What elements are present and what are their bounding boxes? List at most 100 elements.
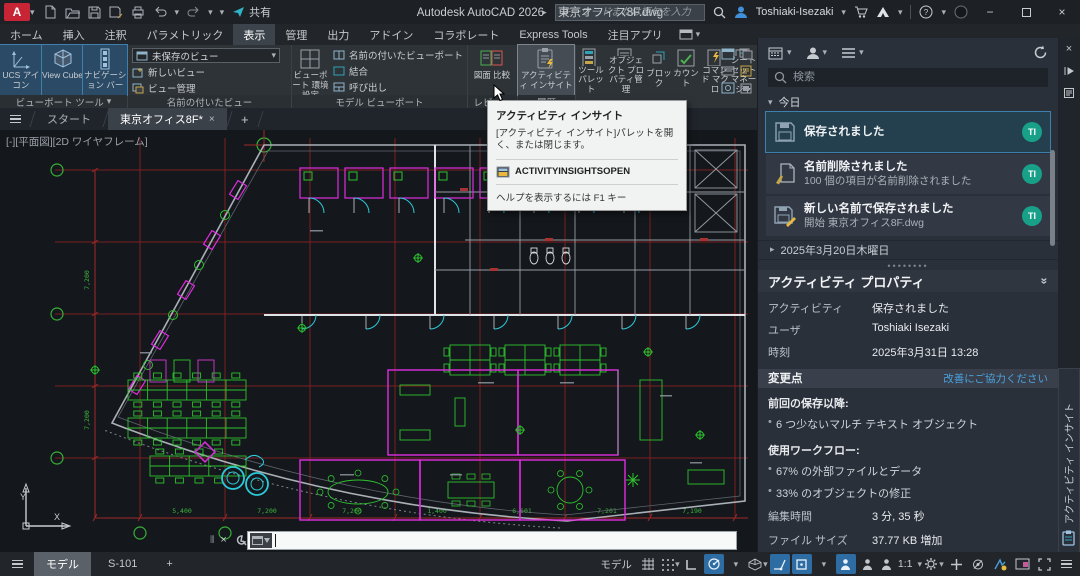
app-menu-caret-icon[interactable]: ▾ xyxy=(30,8,35,17)
properties-palette-button[interactable]: オブジェクト プロパティ管理 xyxy=(606,45,646,95)
navigation-bar-button[interactable]: ナビゲーション バー xyxy=(83,45,127,95)
user-icon[interactable] xyxy=(734,5,748,19)
clipboard-icon[interactable] xyxy=(1061,530,1076,546)
layout-tab-s101[interactable]: S-101 xyxy=(96,552,149,576)
mini-palette-icon-3[interactable] xyxy=(721,65,735,77)
polar-caret-icon[interactable]: ▾ xyxy=(726,554,746,574)
palette-autohide-icon[interactable] xyxy=(1064,64,1075,78)
palette-close-icon[interactable]: × xyxy=(1066,42,1072,56)
tab-featured-apps[interactable]: 注目アプリ xyxy=(598,24,673,45)
viewport-controls-label[interactable]: [-][平面図][2D ワイヤフレーム] xyxy=(6,134,148,149)
polar-tracking-icon[interactable] xyxy=(704,554,724,574)
named-viewports-button[interactable]: 名前の付いたビューポート xyxy=(333,48,463,62)
plot-icon[interactable] xyxy=(131,5,146,20)
activity-properties-header[interactable]: アクティビティ プロパティ » xyxy=(758,270,1058,293)
refresh-button[interactable] xyxy=(1033,45,1048,60)
viewcube-button[interactable]: View Cube xyxy=(42,45,84,95)
status-customize-icon[interactable] xyxy=(1056,554,1076,574)
new-view-button[interactable]: 新しいビュー xyxy=(132,65,287,79)
new-file-icon[interactable] xyxy=(43,5,58,20)
feedback-link[interactable]: 改善にご協力ください xyxy=(943,371,1048,386)
autodesk-caret-icon[interactable]: ▾ xyxy=(898,8,903,17)
activity-item-saved[interactable]: 保存されました TI xyxy=(766,112,1050,152)
annotation-visibility-icon[interactable] xyxy=(836,554,856,574)
new-layout-button[interactable]: + xyxy=(154,552,184,576)
app-logo-icon[interactable]: A xyxy=(4,3,30,21)
help-search-input[interactable] xyxy=(555,4,705,21)
command-input[interactable] xyxy=(247,531,737,550)
command-line[interactable]: ⦀ × xyxy=(210,530,737,550)
help-icon[interactable]: ? xyxy=(919,5,933,19)
collapse-chevron-icon[interactable]: » xyxy=(1038,278,1052,285)
model-space-indicator[interactable]: モデル xyxy=(596,557,636,572)
tab-express-tools[interactable]: Express Tools xyxy=(509,24,597,45)
search-icon[interactable] xyxy=(713,6,726,19)
tab-collaborate[interactable]: コラボレート xyxy=(423,24,509,45)
graphics-performance-icon[interactable] xyxy=(990,554,1010,574)
tab-annotate[interactable]: 注釈 xyxy=(95,24,137,45)
panel-label-model-viewports[interactable]: モデル ビューポート xyxy=(292,95,467,108)
isolate-objects-icon[interactable] xyxy=(968,554,988,574)
close-button[interactable]: × xyxy=(1048,0,1076,24)
view-dropdown[interactable]: 未保存のビュー▾ xyxy=(132,48,280,63)
palette-search-input[interactable] xyxy=(793,71,1042,83)
save-icon[interactable] xyxy=(87,5,102,20)
tool-palettes-button[interactable]: ツール パレット xyxy=(576,45,606,95)
palette-search[interactable] xyxy=(768,68,1048,87)
isodraft-icon[interactable]: ▾ xyxy=(748,554,768,574)
tab-parametric[interactable]: パラメトリック xyxy=(137,24,234,45)
fullscreen-icon[interactable] xyxy=(1034,554,1054,574)
share-button[interactable]: 共有 xyxy=(232,4,271,20)
file-tab-close-icon[interactable]: × xyxy=(209,114,215,125)
count-palette-button[interactable]: カウント xyxy=(672,45,700,95)
tab-manage[interactable]: 管理 xyxy=(275,24,317,45)
palette-splitter[interactable]: •••••••• xyxy=(758,262,1058,270)
cart-icon[interactable] xyxy=(854,6,868,18)
command-close-icon[interactable]: × xyxy=(220,534,226,546)
grid-display-icon[interactable] xyxy=(638,554,658,574)
group-today[interactable]: ▾今日 xyxy=(758,93,1058,111)
autoscale-icon[interactable] xyxy=(858,554,878,574)
object-snap-tracking-icon[interactable] xyxy=(770,554,790,574)
command-recent-icon[interactable] xyxy=(250,533,272,548)
panel-label-named-views[interactable]: 名前の付いたビュー xyxy=(128,95,291,108)
redo-icon[interactable] xyxy=(186,5,201,20)
tab-insert[interactable]: 挿入 xyxy=(53,24,95,45)
group-date[interactable]: ▸2025年3月20日木曜日 xyxy=(758,240,1058,259)
mini-palette-icon-5[interactable] xyxy=(721,82,735,94)
blocks-palette-button[interactable]: ブロック xyxy=(646,45,672,95)
filter-date-button[interactable]: ▾ xyxy=(768,46,792,60)
undo-icon[interactable] xyxy=(153,5,168,20)
ucs-icon-button[interactable]: UCS アイコン xyxy=(0,45,42,95)
activity-item-purged[interactable]: 名前削除されました100 個の項目が名前削除されました TI xyxy=(766,154,1050,194)
account-icon[interactable] xyxy=(954,5,968,19)
palette-properties-icon[interactable] xyxy=(1064,86,1074,100)
undo-caret-icon[interactable]: ▾ xyxy=(175,8,180,17)
minimize-button[interactable]: − xyxy=(976,0,1004,24)
mini-palette-icon-4[interactable] xyxy=(739,65,753,77)
join-viewports-button[interactable]: 結合 xyxy=(333,64,463,78)
open-file-icon[interactable] xyxy=(65,5,80,20)
view-manager-button[interactable]: ビュー管理 xyxy=(132,81,287,95)
annotation-monitor-plus-icon[interactable] xyxy=(946,554,966,574)
redo-caret-icon[interactable]: ▾ xyxy=(208,8,213,17)
activity-insight-button[interactable]: アクティビティ インサイト xyxy=(518,45,574,95)
restore-viewports-button[interactable]: 呼び出し xyxy=(333,80,463,94)
snap-mode-icon[interactable]: ▾ xyxy=(660,554,680,574)
mini-palette-icon-1[interactable] xyxy=(721,48,735,60)
command-customize-wrench-icon[interactable] xyxy=(233,534,247,547)
tab-view[interactable]: 表示 xyxy=(233,24,275,45)
user-name[interactable]: Toshiaki-Isezaki xyxy=(756,6,834,18)
activity-item-saved-as[interactable]: 新しい名前で保存されました開始 東京オフィス8F.dwg TI xyxy=(766,196,1050,236)
restore-button[interactable] xyxy=(1012,0,1040,24)
autodesk-logo-icon[interactable] xyxy=(876,6,890,18)
help-caret-icon[interactable]: ▾ xyxy=(941,8,946,17)
ribbon-display-toggle[interactable]: ▾ xyxy=(679,24,701,45)
filter-type-button[interactable]: ▾ xyxy=(841,47,864,59)
new-drawing-tab-button[interactable]: + xyxy=(232,108,258,130)
tab-addins[interactable]: アドイン xyxy=(359,24,423,45)
object-snap-icon[interactable] xyxy=(792,554,812,574)
ortho-mode-icon[interactable] xyxy=(682,554,702,574)
mini-palette-icon-2[interactable] xyxy=(739,48,753,60)
save-as-icon[interactable] xyxy=(109,5,124,20)
